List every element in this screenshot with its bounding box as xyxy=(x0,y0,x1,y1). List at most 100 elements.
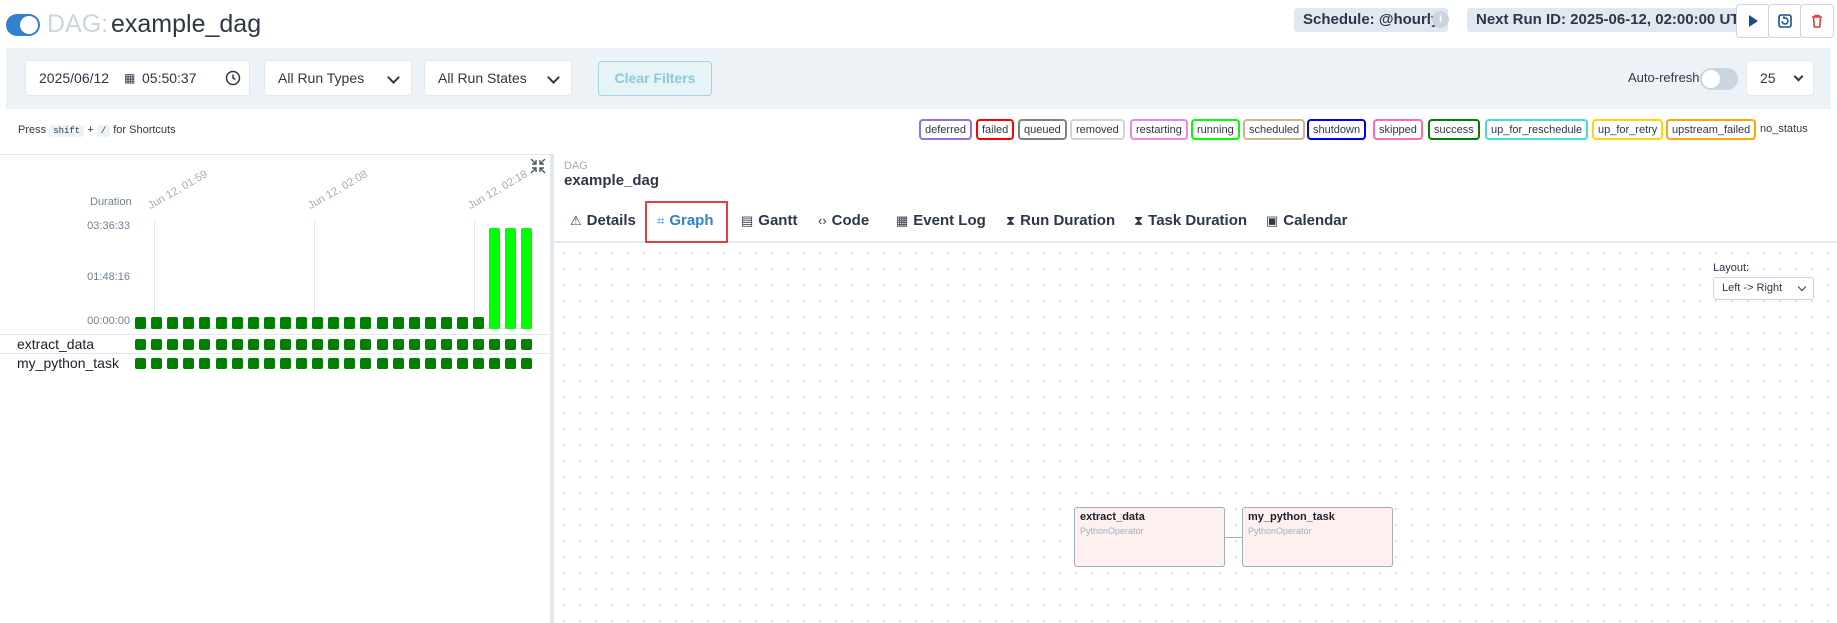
dag-run-bar[interactable] xyxy=(425,317,436,329)
task-instance-square[interactable] xyxy=(473,339,484,350)
task-instance-square[interactable] xyxy=(425,358,436,369)
legend-state-queued[interactable]: queued xyxy=(1018,119,1067,140)
dag-run-bar[interactable] xyxy=(248,317,259,329)
tab-calendar[interactable]: ▣ Calendar xyxy=(1266,198,1348,243)
dag-run-bar[interactable] xyxy=(457,317,468,329)
task-instance-square[interactable] xyxy=(135,339,146,350)
task-instance-square[interactable] xyxy=(409,339,420,350)
task-instance-square[interactable] xyxy=(409,358,420,369)
task-instance-square[interactable] xyxy=(183,358,194,369)
legend-state-removed[interactable]: removed xyxy=(1070,119,1125,140)
dag-run-bar[interactable] xyxy=(473,317,484,329)
task-instance-square[interactable] xyxy=(344,358,355,369)
dag-run-bar[interactable] xyxy=(505,228,516,329)
dag-pause-toggle[interactable] xyxy=(6,14,40,36)
task-instance-square[interactable] xyxy=(183,339,194,350)
task-instance-square[interactable] xyxy=(441,339,452,350)
legend-state-running[interactable]: running xyxy=(1191,119,1240,140)
legend-state-up-for-reschedule[interactable]: up_for_reschedule xyxy=(1485,119,1589,140)
tab-run-duration[interactable]: ⧗ Run Duration xyxy=(1006,198,1115,243)
task-instance-square[interactable] xyxy=(473,358,484,369)
graph-node-extract-data[interactable]: extract_data PythonOperator xyxy=(1074,507,1225,567)
task-instance-square[interactable] xyxy=(328,339,339,350)
legend-state-skipped[interactable]: skipped xyxy=(1373,119,1423,140)
dag-run-bar[interactable] xyxy=(151,317,162,329)
task-instance-square[interactable] xyxy=(489,339,500,350)
legend-state-deferred[interactable]: deferred xyxy=(919,119,972,140)
dag-run-bar[interactable] xyxy=(489,228,500,329)
base-date-picker[interactable]: 2025/06/12 ▦ 05:50:37 xyxy=(25,60,250,96)
dag-run-bar[interactable] xyxy=(377,317,388,329)
task-instance-square[interactable] xyxy=(296,358,307,369)
run-states-select[interactable]: All Run States xyxy=(424,60,572,96)
dag-run-bar[interactable] xyxy=(521,228,532,329)
task-instance-square[interactable] xyxy=(199,339,210,350)
legend-state-up-for-retry[interactable]: up_for_retry xyxy=(1592,119,1664,140)
task-instance-square[interactable] xyxy=(521,358,532,369)
task-instance-square[interactable] xyxy=(393,358,404,369)
task-instance-square[interactable] xyxy=(151,339,162,350)
legend-state-failed[interactable]: failed xyxy=(976,119,1015,140)
task-instance-square[interactable] xyxy=(489,358,500,369)
task-instance-square[interactable] xyxy=(360,358,371,369)
tab-task-duration[interactable]: ⧗ Task Duration xyxy=(1134,198,1247,243)
task-instance-square[interactable] xyxy=(441,358,452,369)
dag-run-bar[interactable] xyxy=(360,317,371,329)
dag-run-bar[interactable] xyxy=(312,317,323,329)
task-instance-square[interactable] xyxy=(360,339,371,350)
task-instance-square[interactable] xyxy=(505,358,516,369)
task-instance-square[interactable] xyxy=(457,339,468,350)
task-instance-square[interactable] xyxy=(232,339,243,350)
task-instance-square[interactable] xyxy=(280,339,291,350)
dag-run-bar[interactable] xyxy=(393,317,404,329)
task-instance-square[interactable] xyxy=(377,358,388,369)
collapse-icon[interactable] xyxy=(530,158,546,174)
dag-run-bar[interactable] xyxy=(409,317,420,329)
run-types-select[interactable]: All Run Types xyxy=(264,60,412,96)
task-instance-square[interactable] xyxy=(248,339,259,350)
legend-state-restarting[interactable]: restarting xyxy=(1130,119,1188,140)
dag-run-bar[interactable] xyxy=(296,317,307,329)
task-instance-square[interactable] xyxy=(312,339,323,350)
tab-code[interactable]: ‹› Code xyxy=(818,198,869,243)
tab-event-log[interactable]: ▦ Event Log xyxy=(896,198,986,243)
task-instance-square[interactable] xyxy=(167,339,178,350)
task-instance-square[interactable] xyxy=(167,358,178,369)
dag-run-bar[interactable] xyxy=(135,317,146,329)
task-instance-square[interactable] xyxy=(457,358,468,369)
info-icon[interactable]: i xyxy=(1432,11,1449,28)
dag-run-bar[interactable] xyxy=(216,317,227,329)
legend-state-shutdown[interactable]: shutdown xyxy=(1307,119,1367,140)
task-instance-square[interactable] xyxy=(280,358,291,369)
layout-select[interactable]: Left -> Right xyxy=(1713,277,1814,300)
task-instance-square[interactable] xyxy=(232,358,243,369)
task-instance-square[interactable] xyxy=(393,339,404,350)
dag-run-bar[interactable] xyxy=(199,317,210,329)
task-instance-square[interactable] xyxy=(377,339,388,350)
clear-filters-button[interactable]: Clear Filters xyxy=(598,61,712,96)
auto-refresh-switch[interactable] xyxy=(1700,68,1738,90)
task-instance-square[interactable] xyxy=(199,358,210,369)
task-instance-square[interactable] xyxy=(264,358,275,369)
task-instance-square[interactable] xyxy=(505,339,516,350)
task-instance-square[interactable] xyxy=(264,339,275,350)
task-instance-square[interactable] xyxy=(296,339,307,350)
breadcrumb[interactable]: example_dag xyxy=(564,172,659,189)
task-instance-square[interactable] xyxy=(216,339,227,350)
trigger-dag-button[interactable] xyxy=(1736,4,1770,38)
task-instance-square[interactable] xyxy=(425,339,436,350)
task-instance-square[interactable] xyxy=(328,358,339,369)
clear-dag-button[interactable] xyxy=(1768,4,1802,38)
dag-run-bar[interactable] xyxy=(183,317,194,329)
task-instance-square[interactable] xyxy=(312,358,323,369)
tab-gantt[interactable]: ▤ Gantt xyxy=(741,198,797,243)
task-instance-square[interactable] xyxy=(135,358,146,369)
num-runs-select[interactable]: 25 xyxy=(1746,60,1814,96)
dag-run-bar[interactable] xyxy=(167,317,178,329)
graph-node-my-python-task[interactable]: my_python_task PythonOperator xyxy=(1242,507,1393,567)
task-instance-square[interactable] xyxy=(521,339,532,350)
task-instance-square[interactable] xyxy=(344,339,355,350)
dag-run-bar[interactable] xyxy=(264,317,275,329)
legend-state-upstream-failed[interactable]: upstream_failed xyxy=(1666,119,1757,140)
legend-state-scheduled[interactable]: scheduled xyxy=(1243,119,1306,140)
